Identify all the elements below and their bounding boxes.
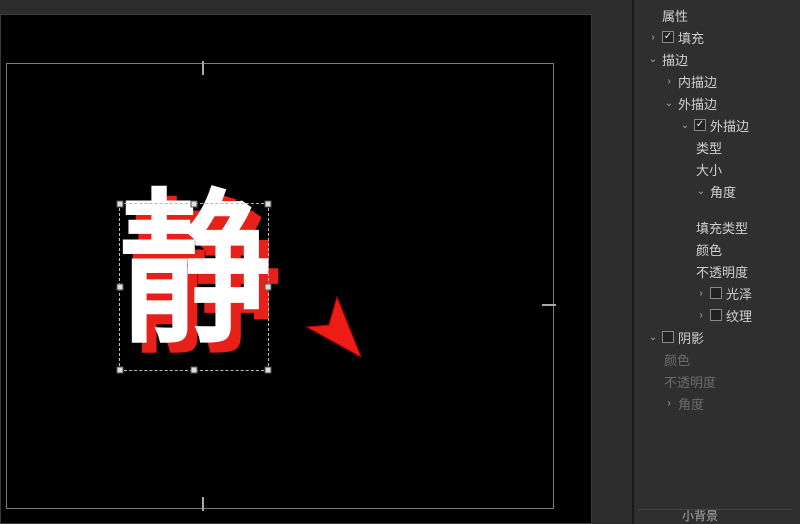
size-row[interactable]: 大小 <box>638 158 794 180</box>
fill-label: 填充 <box>678 28 704 47</box>
caret-expanded-icon[interactable]: ⌄ <box>696 186 706 197</box>
gloss-row[interactable]: › 光泽 <box>638 282 794 304</box>
text-layer[interactable]: 静 静 <box>119 188 269 368</box>
fill-checkbox[interactable] <box>662 31 674 43</box>
inner-stroke-label: 内描边 <box>678 72 717 91</box>
texture-row[interactable]: › 纹理 <box>638 304 794 326</box>
stroke-row[interactable]: ⌄ 描边 <box>638 48 794 70</box>
angle-label: 角度 <box>710 182 736 201</box>
texture-checkbox[interactable] <box>710 309 722 321</box>
gloss-label: 光泽 <box>726 284 752 303</box>
caret-collapsed-icon: › <box>664 398 674 409</box>
guide-tick-right <box>542 304 556 306</box>
shadow-opacity-label: 不透明度 <box>664 372 716 391</box>
angle-row[interactable]: ⌄ 角度 <box>638 180 794 202</box>
shadow-opacity-row: 不透明度 <box>638 370 794 392</box>
outer-stroke-checkbox[interactable] <box>694 119 706 131</box>
caret-collapsed-icon[interactable]: › <box>648 32 658 43</box>
color-row[interactable]: 颜色 <box>638 238 794 260</box>
glyph-main: 静 <box>119 188 265 353</box>
type-row[interactable]: 类型 <box>638 136 794 158</box>
fill-row[interactable]: › 填充 <box>638 26 794 48</box>
caret-expanded-icon[interactable]: ⌄ <box>680 120 690 131</box>
opacity-row[interactable]: 不透明度 <box>638 260 794 282</box>
texture-label: 纹理 <box>726 306 752 325</box>
gloss-checkbox[interactable] <box>710 287 722 299</box>
caret-collapsed-icon[interactable]: › <box>696 288 706 299</box>
shadow-checkbox[interactable] <box>662 331 674 343</box>
outer-stroke-item-label: 外描边 <box>710 116 749 135</box>
shadow-color-label: 颜色 <box>664 350 690 369</box>
spacer <box>638 202 794 216</box>
outer-stroke-item-row[interactable]: ⌄ 外描边 <box>638 114 794 136</box>
outer-stroke-row[interactable]: ⌄ 外描边 <box>638 92 794 114</box>
caret-collapsed-icon[interactable]: › <box>664 76 674 87</box>
properties-label: 属性 <box>662 6 688 25</box>
shadow-row[interactable]: ⌄ 阴影 <box>638 326 794 348</box>
caret-collapsed-icon[interactable]: › <box>696 310 706 321</box>
annotation-cursor-icon <box>301 293 381 373</box>
properties-header[interactable]: ▾ 属性 <box>638 4 794 26</box>
color-label: 颜色 <box>696 240 722 259</box>
panel-footer-label: 小背景 <box>682 507 718 524</box>
shadow-angle-row: › 角度 <box>638 392 794 414</box>
caret-expanded-icon[interactable]: ⌄ <box>648 54 658 65</box>
fill-type-row[interactable]: 填充类型 <box>638 216 794 238</box>
type-label: 类型 <box>696 138 722 157</box>
guide-tick-top <box>202 61 204 75</box>
guide-tick-bottom <box>202 497 204 511</box>
opacity-label: 不透明度 <box>696 262 748 281</box>
caret-expanded-icon[interactable]: ⌄ <box>648 332 658 343</box>
properties-panel: ▾ 属性 › 填充 ⌄ 描边 › 内描边 ⌄ 外描边 ⌄ 外描边 类型 大小 ⌄… <box>632 0 800 524</box>
inner-stroke-row[interactable]: › 内描边 <box>638 70 794 92</box>
canvas-viewport[interactable]: 静 静 <box>0 0 632 524</box>
shadow-label: 阴影 <box>678 328 704 347</box>
outer-stroke-label: 外描边 <box>678 94 717 113</box>
caret-expanded-icon[interactable]: ⌄ <box>664 98 674 109</box>
safe-area-guide <box>6 63 554 509</box>
shadow-color-row: 颜色 <box>638 348 794 370</box>
stroke-label: 描边 <box>662 50 688 69</box>
size-label: 大小 <box>696 160 722 179</box>
shadow-angle-label: 角度 <box>678 394 704 413</box>
fill-type-label: 填充类型 <box>696 218 748 237</box>
composition-area[interactable]: 静 静 <box>0 14 592 524</box>
